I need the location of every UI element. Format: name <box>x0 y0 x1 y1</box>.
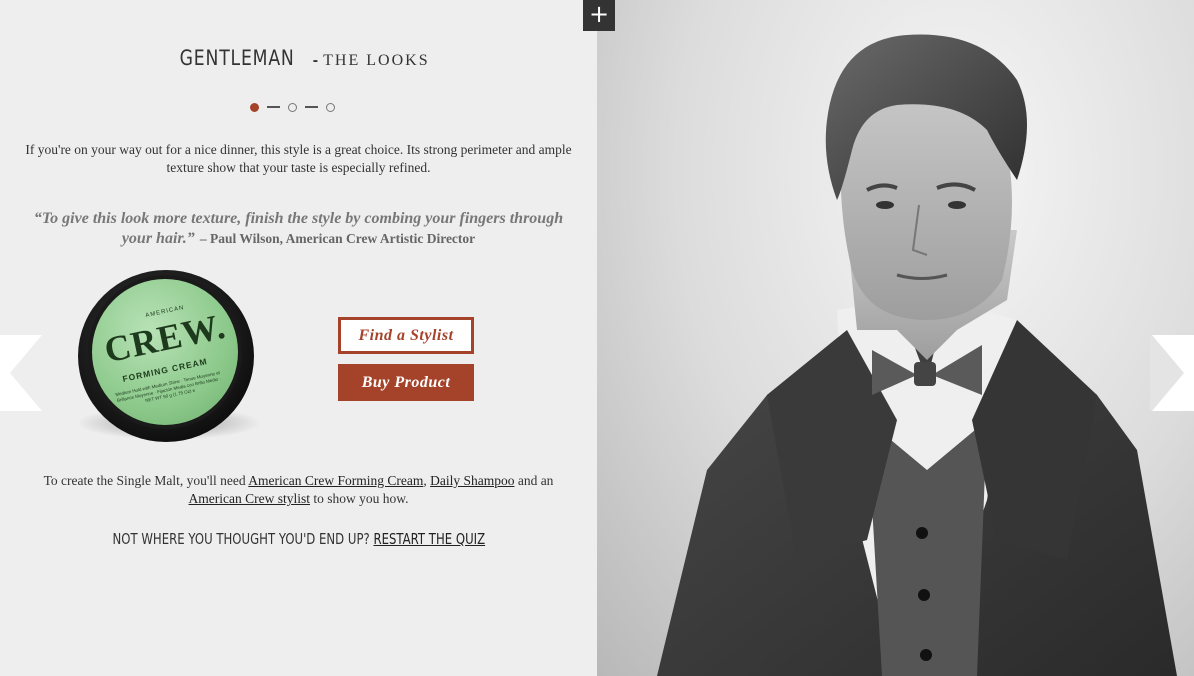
page-title: GENTLEMAN - THE LOOKS <box>0 46 597 70</box>
page-connector <box>267 106 280 108</box>
product-image[interactable]: AMERICAN CREW. FORMING CREAM Medium Hold… <box>62 258 276 450</box>
chevron-left-icon[interactable] <box>0 335 44 411</box>
buy-product-button[interactable]: Buy Product <box>338 364 474 401</box>
daily-shampoo-link[interactable]: Daily Shampoo <box>430 473 514 488</box>
find-stylist-button[interactable]: Find a Stylist <box>338 317 474 354</box>
expand-button[interactable]: + <box>583 0 615 31</box>
stylist-quote: “To give this look more texture, finish … <box>25 208 572 248</box>
quote-author: – Paul Wilson, American Crew Artistic Di… <box>199 231 476 246</box>
product-needs-text: To create the Single Malt, you'll need A… <box>20 472 577 508</box>
title-separator: - <box>312 52 319 69</box>
restart-quiz-link[interactable]: RESTART THE QUIZ <box>373 530 485 548</box>
plus-icon: + <box>588 0 610 28</box>
title-main: GENTLEMAN <box>180 46 296 70</box>
page-connector <box>305 106 318 108</box>
needs-prefix: To create the Single Malt, you'll need <box>43 473 249 488</box>
chevron-right-icon[interactable] <box>1150 335 1194 411</box>
page-dot-2[interactable] <box>288 102 297 112</box>
needs-sep: and an <box>514 473 554 488</box>
page-dot-1[interactable] <box>250 102 259 112</box>
stylist-link[interactable]: American Crew stylist <box>189 491 310 506</box>
gentleman-portrait <box>657 34 1177 676</box>
needs-suffix: to show you how. <box>309 491 409 506</box>
restart-quiz-line: NOT WHERE YOU THOUGHT YOU'D END UP? REST… <box>0 530 597 548</box>
page-dot-3[interactable] <box>326 102 335 112</box>
pagination <box>250 101 335 113</box>
title-subtitle: THE LOOKS <box>323 52 430 69</box>
intro-text: If you're on your way out for a nice din… <box>25 142 572 175</box>
content-panel: GENTLEMAN - THE LOOKS If you're on your … <box>0 0 597 676</box>
model-photo <box>597 0 1194 676</box>
restart-prompt: NOT WHERE YOU THOUGHT YOU'D END UP? <box>112 530 374 548</box>
forming-cream-link[interactable]: American Crew Forming Cream <box>248 473 423 488</box>
product-lid: AMERICAN CREW. FORMING CREAM Medium Hold… <box>88 275 242 429</box>
